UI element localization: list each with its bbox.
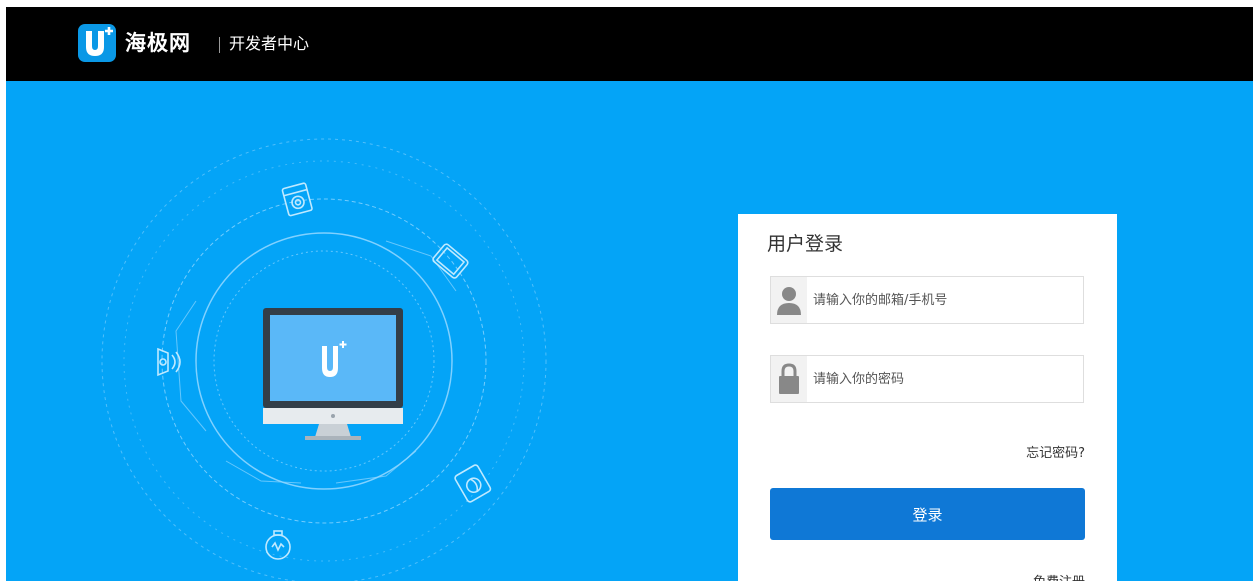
lock-icon xyxy=(779,363,799,394)
login-panel: 用户登录 忘记密码? xyxy=(738,214,1117,581)
brand-name: 海极网 xyxy=(125,31,191,55)
tablet-icon xyxy=(432,243,469,279)
password-input[interactable] xyxy=(809,356,1079,402)
user-icon-box xyxy=(771,277,807,323)
forgot-password-link[interactable]: 忘记密码? xyxy=(1026,442,1085,461)
account-input[interactable] xyxy=(809,277,1079,323)
devices-illustration xyxy=(101,138,547,581)
login-title: 用户登录 xyxy=(767,233,844,255)
washing-machine-icon xyxy=(281,182,313,217)
user-icon xyxy=(777,287,801,315)
arc-segment-4 xyxy=(225,460,302,484)
register-link[interactable]: 免费注册 xyxy=(1033,571,1085,581)
account-field[interactable] xyxy=(770,276,1084,324)
brand-logo-icon xyxy=(78,24,116,62)
hero-banner: 用户登录 忘记密码? xyxy=(6,81,1253,581)
arc-segment-2 xyxy=(385,240,457,292)
brand-divider xyxy=(219,37,220,53)
lock-icon-box xyxy=(771,356,807,402)
top-bar: 海极网 开发者中心 xyxy=(6,7,1253,81)
page: 海极网 开发者中心 用户登录 请输入你的邮箱/手机号 忘记密码? 登录 xyxy=(6,7,1253,581)
router-icon xyxy=(157,347,181,377)
watch-icon xyxy=(265,530,291,560)
brand-subtitle: 开发者中心 xyxy=(229,34,310,53)
arc-segment-1 xyxy=(175,300,207,432)
fan-icon xyxy=(454,464,492,503)
monitor-icon xyxy=(263,308,403,440)
login-button[interactable]: 登录 xyxy=(770,488,1085,540)
password-field[interactable] xyxy=(770,355,1084,403)
